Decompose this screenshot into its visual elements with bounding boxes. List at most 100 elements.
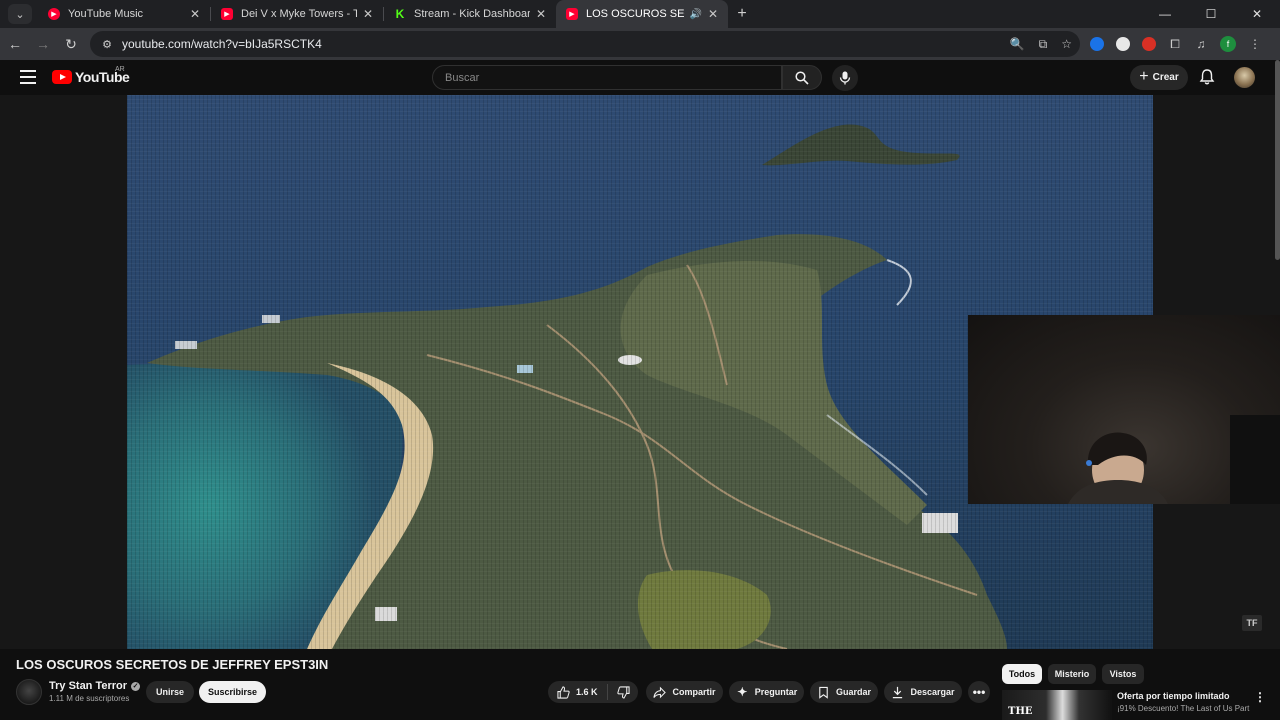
channel-name[interactable]: Try Stan Terror (49, 680, 127, 692)
microphone-icon (839, 71, 851, 85)
country-code: AR (115, 66, 125, 73)
back-button[interactable]: ← (2, 31, 28, 57)
subscriber-count: 1.11 M de suscriptores (49, 694, 130, 703)
reload-button[interactable]: ↻ (58, 31, 84, 57)
ad-thumbnail[interactable]: THE (1002, 690, 1112, 720)
youtube-icon: ▶ (221, 8, 233, 20)
channel-avatar[interactable] (16, 679, 42, 705)
notifications-bell-icon[interactable] (1198, 68, 1216, 86)
save-label: Guardar (835, 687, 871, 697)
site-info-icon[interactable]: ⚙ (100, 37, 114, 51)
create-label: Crear (1152, 72, 1179, 83)
search-box[interactable] (432, 65, 782, 90)
close-window-icon[interactable]: ✕ (1234, 0, 1280, 28)
dislike-button[interactable] (608, 685, 638, 699)
maximize-icon[interactable]: ☐ (1188, 0, 1234, 28)
close-icon[interactable]: ✕ (363, 7, 373, 21)
channel-name-row[interactable]: Try Stan Terror ✓ (49, 680, 141, 692)
more-vert-icon[interactable]: ⋮ (1254, 690, 1266, 704)
bookmark-star-icon[interactable]: ☆ (1061, 37, 1072, 51)
thumbs-down-icon (616, 685, 630, 699)
voice-search-button[interactable] (832, 65, 858, 91)
channel-watermark[interactable]: TF (1242, 615, 1262, 631)
sparkle-icon: ✦ (737, 685, 748, 699)
address-bar[interactable]: ⚙ youtube.com/watch?v=bIJa5RSCTK4 🔍 ⧉ ☆ (90, 31, 1080, 57)
chip-label: Todos (1008, 669, 1036, 679)
save-button[interactable]: Guardar (810, 681, 878, 703)
browser-toolbar: ← → ↻ ⚙ youtube.com/watch?v=bIJa5RSCTK4 … (0, 28, 1280, 60)
share-button[interactable]: Compartir (646, 681, 723, 703)
create-button[interactable]: + Crear (1130, 65, 1188, 90)
join-button[interactable]: Unirse (146, 681, 194, 703)
page-scrollbar[interactable] (1275, 60, 1280, 260)
join-label: Unirse (155, 687, 184, 697)
youtube-masthead: YouTube AR + Crear (0, 60, 1280, 95)
like-button[interactable]: 1.6 K (548, 684, 608, 700)
share-label: Compartir (672, 687, 716, 697)
url-text[interactable]: youtube.com/watch?v=bIJa5RSCTK4 (122, 37, 322, 51)
like-count: 1.6 K (576, 687, 598, 697)
media-controls-icon[interactable]: ♫ (1194, 37, 1208, 51)
streamer-webcam-overlay (968, 315, 1280, 504)
zoom-icon[interactable]: 🔍 (1010, 37, 1025, 51)
tab-dei-v[interactable]: ▶ Dei V x Myke Towers - Trending ✕ (211, 0, 383, 28)
puzzle-icon[interactable]: ⧠ (1168, 37, 1182, 51)
youtube-play-icon (52, 70, 72, 84)
extension-icon[interactable] (1142, 37, 1156, 51)
youtube-logo[interactable]: YouTube AR (52, 66, 130, 85)
tab-search-button[interactable]: ⌄ (8, 4, 32, 24)
kick-icon: K (395, 7, 405, 21)
extensions-area: ⧠ ♫ f ⋮ (1090, 28, 1262, 60)
bookmark-icon (819, 686, 828, 699)
chip-all[interactable]: Todos (1002, 664, 1042, 684)
ask-label: Preguntar (754, 687, 798, 697)
search-icon (795, 70, 809, 85)
extension-icon[interactable] (1090, 37, 1104, 51)
tab-current-video[interactable]: ▶ LOS OSCUROS SECRETOS D 🔊 ✕ (556, 0, 728, 28)
ask-button[interactable]: ✦ Preguntar (729, 681, 804, 703)
chip-watched[interactable]: Vistos (1102, 664, 1144, 684)
tab-label: Dei V x Myke Towers - Trending (241, 8, 357, 20)
thumbs-up-icon (557, 685, 570, 699)
forward-button[interactable]: → (30, 31, 56, 57)
close-icon[interactable]: ✕ (536, 7, 546, 21)
youtube-music-icon: ▶ (48, 8, 60, 20)
tab-kick-dashboard[interactable]: K Stream - Kick Dashboard ✕ (384, 0, 556, 28)
search-input[interactable] (445, 71, 781, 84)
cast-icon[interactable]: ⧉ (1039, 37, 1048, 52)
video-title: LOS OSCUROS SECRETOS DE JEFFREY EPST3IN (16, 657, 329, 672)
hamburger-menu-icon[interactable] (20, 70, 36, 84)
chip-label: Misterio (1054, 669, 1090, 679)
account-avatar[interactable] (1234, 67, 1255, 88)
ad-subtitle: ¡91% Descuento! The Last of Us Part (1117, 704, 1250, 713)
chip-label: Vistos (1109, 669, 1137, 679)
verified-check-icon: ✓ (131, 681, 141, 691)
more-vert-icon[interactable]: ⋮ (1248, 37, 1262, 51)
ad-title[interactable]: Oferta por tiempo limitado (1117, 691, 1230, 701)
more-actions-button[interactable]: ••• (968, 681, 990, 703)
close-icon[interactable]: ✕ (190, 7, 200, 21)
new-tab-button[interactable]: + (728, 5, 756, 23)
webcam-person-image (1068, 415, 1280, 504)
browser-tab-bar: ⌄ ▶ YouTube Music ✕ ▶ Dei V x Myke Tower… (0, 0, 1280, 28)
like-dislike-group: 1.6 K (548, 681, 638, 703)
download-label: Descargar (910, 687, 955, 697)
video-player[interactable]: TF (0, 95, 1280, 649)
minimize-icon[interactable]: — (1142, 0, 1188, 28)
ad-thumb-text: THE (1008, 706, 1033, 717)
window-controls: — ☐ ✕ (1142, 0, 1280, 28)
subscribe-label: Suscribirse (207, 687, 258, 697)
download-button[interactable]: Descargar (884, 681, 962, 703)
close-icon[interactable]: ✕ (708, 7, 718, 21)
profile-avatar[interactable]: f (1220, 36, 1236, 52)
chip-mystery[interactable]: Misterio (1048, 664, 1096, 684)
share-icon (653, 686, 667, 698)
tab-youtube-music[interactable]: ▶ YouTube Music ✕ (38, 0, 210, 28)
subscribe-button[interactable]: Suscribirse (199, 681, 266, 703)
extension-icon[interactable] (1116, 37, 1130, 51)
tab-label: LOS OSCUROS SECRETOS D (586, 8, 685, 20)
speaker-icon[interactable]: 🔊 (689, 9, 701, 20)
plus-icon: + (1139, 67, 1149, 85)
search-button[interactable] (782, 65, 822, 90)
tab-label: Stream - Kick Dashboard (414, 8, 530, 20)
